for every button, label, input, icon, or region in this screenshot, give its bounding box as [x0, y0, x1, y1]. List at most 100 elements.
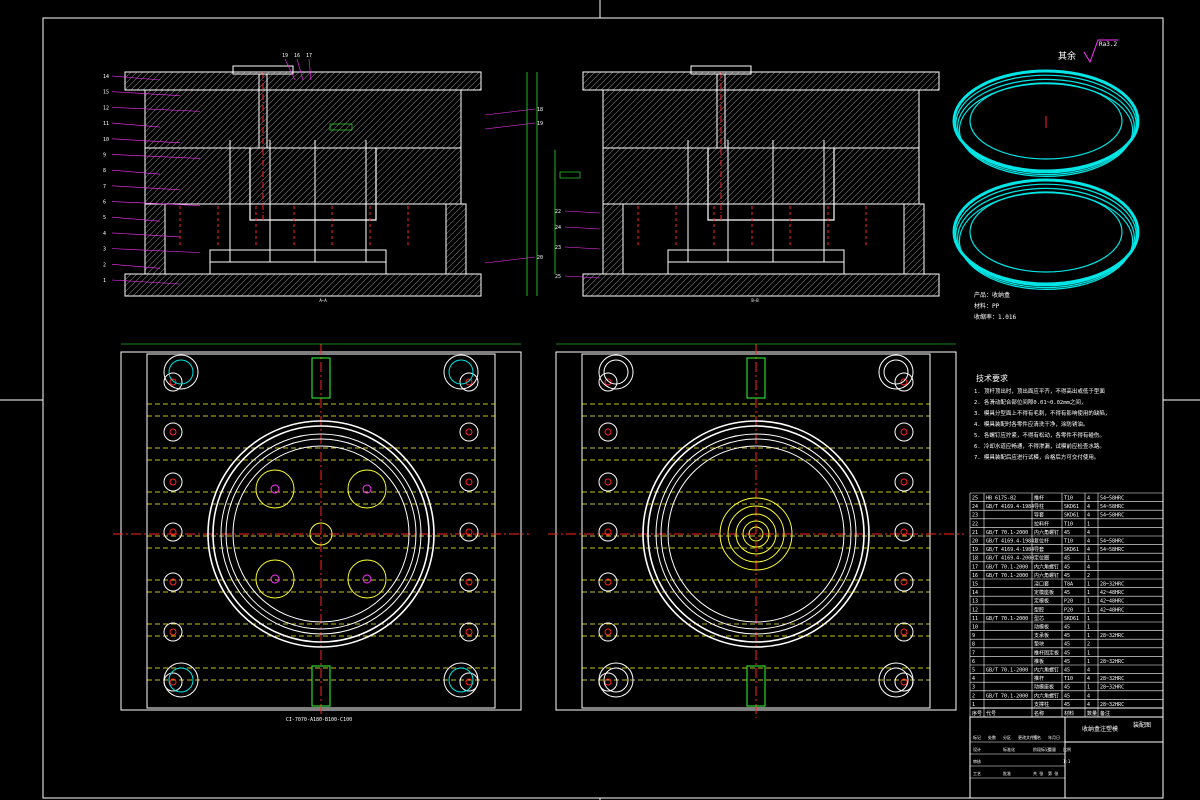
callout-number: 12: [103, 105, 109, 111]
hatch-line: [603, 148, 646, 191]
dimension-tag: [329, 123, 353, 131]
bom-cell: 推杆固定板: [1034, 649, 1059, 656]
ejector-space: [164, 203, 447, 275]
cooling-well: [347, 469, 387, 509]
bom-cell: 18: [972, 556, 978, 562]
bom-header-cell: 代号: [986, 710, 996, 717]
tech-req-title: 技术要求: [976, 373, 1008, 383]
hatch-line: [178, 148, 236, 204]
title-cell: 阶段标记: [1033, 746, 1049, 752]
hatch-line: [188, 90, 248, 148]
bom-cell: 1: [1087, 607, 1090, 613]
bom-cell: 45: [1064, 642, 1070, 648]
bolt-hole: [163, 422, 183, 442]
bolt-hole: [459, 572, 479, 592]
hatch-line: [904, 204, 917, 217]
bom-cell: 13: [972, 599, 978, 605]
hatch-line: [446, 204, 453, 211]
hatch-line: [145, 204, 158, 217]
part-iso-bottom: [952, 178, 1140, 291]
hatch-line: [788, 274, 812, 296]
hatch-line: [668, 274, 692, 296]
hatch-line: [718, 90, 778, 148]
hatch-line: [458, 145, 461, 148]
bom-cell: 4: [1087, 693, 1090, 699]
hatch-line: [444, 274, 468, 296]
spacer-block-left: [144, 203, 166, 275]
top-clamp-plate: [124, 71, 482, 91]
guide-pin: [603, 359, 629, 385]
hatch-line: [422, 109, 461, 148]
hatch-line: [603, 148, 622, 167]
hatch-line: [834, 148, 892, 204]
hatch-line: [796, 90, 856, 148]
bom-cell: 45: [1064, 668, 1070, 674]
hatch-line: [292, 148, 350, 204]
hatch-line: [652, 90, 712, 148]
hatch-line: [145, 207, 165, 229]
hatch-line: [742, 90, 802, 148]
hatch-line: [145, 219, 165, 241]
hatch-line: [248, 90, 308, 148]
hatch-line: [644, 274, 668, 296]
hatch-line: [462, 277, 481, 296]
hatch-line: [312, 274, 336, 296]
hatch-line: [200, 90, 260, 148]
hatch-line: [296, 90, 356, 148]
hatch-line: [336, 274, 360, 296]
plate-outline: [602, 203, 624, 275]
hatch-line: [860, 274, 884, 296]
hatch-line: [244, 148, 302, 204]
hatch-line: [904, 225, 924, 247]
hatch-line: [822, 148, 880, 204]
hatch-line: [420, 274, 444, 296]
hatch-line: [878, 274, 902, 296]
hatch-line: [932, 289, 939, 296]
hatch-line: [634, 90, 694, 148]
hatch-line: [603, 204, 604, 205]
callout-number: 7: [103, 184, 106, 190]
hatch-line: [216, 274, 240, 296]
bolt-hole: [163, 472, 183, 492]
bom-cell: 4: [1087, 668, 1090, 674]
hatch-line: [688, 90, 748, 148]
hatch-line: [290, 90, 350, 148]
callout-number: 20: [537, 255, 543, 261]
bom-cell: 12: [972, 607, 978, 613]
bom-cell: 浇口套: [1034, 581, 1049, 588]
hatch-line: [306, 274, 330, 296]
bom-cell: 22: [972, 521, 978, 527]
hatch-line: [280, 148, 338, 204]
hatch-lines: [145, 90, 461, 148]
hatch-line: [145, 90, 188, 133]
title-cell: 处数: [988, 734, 996, 740]
hatch-line: [208, 148, 266, 204]
bom-cell: 定位圈: [1034, 555, 1049, 562]
hatch-line: [196, 148, 254, 204]
isometric-part-views: 其余 Ra3.2 产品：收纳盒材料：PP 收缩率：1.016: [952, 39, 1140, 321]
hatch-line: [194, 90, 254, 148]
bolt-hole-center: [900, 628, 908, 636]
hatch-line: [884, 274, 908, 296]
hatch-line: [646, 90, 706, 148]
hatch-line: [446, 219, 466, 241]
bom-header-cell: 序号: [972, 710, 982, 717]
bom-cell: 45: [1064, 650, 1070, 656]
hatch-line: [242, 90, 302, 148]
hatch-line: [368, 90, 428, 148]
plate-outline: [445, 203, 467, 275]
hatch-line: [756, 148, 814, 204]
hatch-line: [603, 148, 634, 179]
hatch-line: [603, 148, 628, 173]
hatch-line: [636, 148, 694, 204]
bom-cell: GB/T 4169.4-1984: [986, 504, 1034, 510]
callout-number: 19: [537, 121, 543, 127]
tech-req-line: 1. 顶杆顶出时，顶出面应平齐，不得高出或低于型面: [974, 387, 1105, 395]
bolt-hole-center: [900, 428, 908, 436]
hatch-line: [710, 274, 734, 296]
bolt-hole: [163, 622, 183, 642]
hatch-line: [624, 148, 682, 204]
hatch-line: [936, 87, 939, 90]
hatch-line: [603, 207, 623, 229]
hatch-line: [810, 148, 868, 204]
